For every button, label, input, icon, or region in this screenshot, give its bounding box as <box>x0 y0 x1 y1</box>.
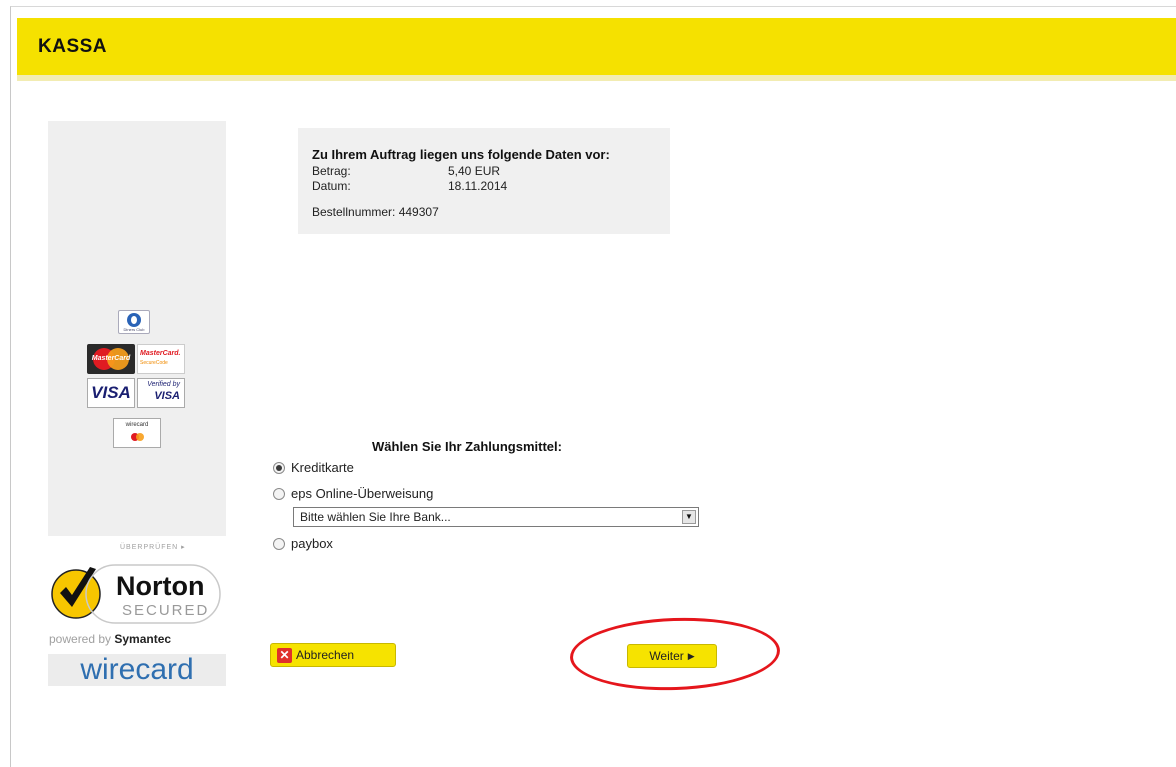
order-info-heading: Zu Ihrem Auftrag liegen uns folgende Dat… <box>312 147 610 162</box>
radio-eps[interactable] <box>273 487 285 500</box>
radio-kreditkarte[interactable] <box>273 461 285 474</box>
wirecard-logo: wirecard <box>48 654 226 686</box>
date-row: Datum: 18.11.2014 <box>312 179 507 193</box>
payment-option-paybox[interactable]: paybox <box>273 536 333 551</box>
norton-brand-text: Norton <box>116 571 204 601</box>
cancel-button-label: Abbrechen <box>296 648 355 662</box>
diners-club-logo: Diners Club <box>118 310 150 334</box>
amount-label: Betrag: <box>312 164 351 178</box>
page-header: KASSA <box>17 18 1176 81</box>
payment-option-label: eps Online-Überweisung <box>291 486 434 501</box>
mastercard-securecode-logo: MasterCard. SecureCode <box>137 344 185 374</box>
norton-secured-text: SECURED <box>122 602 209 619</box>
amount-row: Betrag: 5,40 EUR <box>312 164 500 178</box>
verified-by-visa-logo: Verified by VISA <box>137 378 185 408</box>
payment-option-kreditkarte[interactable]: Kreditkarte <box>273 460 354 475</box>
payment-option-label: Kreditkarte <box>291 460 354 475</box>
order-info-box: Zu Ihrem Auftrag liegen uns folgende Dat… <box>298 128 670 234</box>
bank-select-value: Bitte wählen Sie Ihre Bank... <box>300 510 451 524</box>
visa-logo: VISA <box>87 378 135 408</box>
close-icon: ✕ <box>277 647 292 663</box>
norton-check-label[interactable]: ÜBERPRÜFEN ▸ <box>120 543 186 551</box>
mastercard-logo: MasterCard <box>87 344 135 374</box>
norton-secured-seal[interactable]: Norton SECURED <box>50 555 222 627</box>
amount-value: 5,40 EUR <box>448 164 501 178</box>
bank-select[interactable]: Bitte wählen Sie Ihre Bank... ▼ <box>293 507 699 527</box>
payment-option-eps[interactable]: eps Online-Überweisung <box>273 486 433 501</box>
date-value: 18.11.2014 <box>448 179 508 193</box>
date-label: Datum: <box>312 179 351 193</box>
wirecard-cards-logo: wirecard <box>113 418 161 448</box>
chevron-down-icon[interactable]: ▼ <box>682 510 696 524</box>
page-title: KASSA <box>38 36 108 57</box>
payment-option-label: paybox <box>291 536 333 551</box>
cancel-button[interactable]: ✕ Abbrechen <box>270 643 396 667</box>
radio-paybox[interactable] <box>273 537 285 550</box>
payment-method-heading: Wählen Sie Ihr Zahlungsmittel: <box>372 439 562 454</box>
powered-by-symantec: powered by Symantec <box>49 632 172 646</box>
order-number: Bestellnummer: 449307 <box>312 205 439 219</box>
